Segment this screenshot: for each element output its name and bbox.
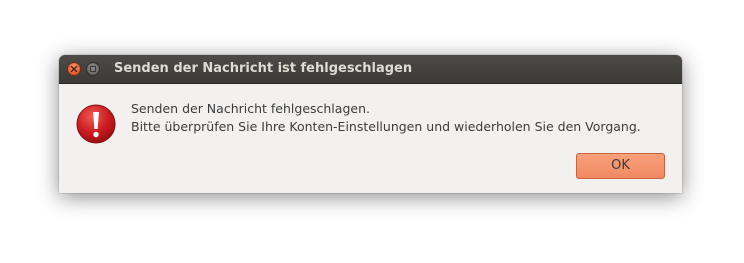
title-bar[interactable]: Senden der Nachricht ist fehlgeschlagen	[59, 55, 682, 84]
ok-button[interactable]: OK	[576, 153, 665, 179]
error-message: Senden der Nachricht fehlgeschlagen. Bit…	[131, 100, 641, 136]
window-title: Senden der Nachricht ist fehlgeschlagen	[114, 61, 413, 76]
message-line-2: Bitte überprüfen Sie Ihre Konten-Einstel…	[131, 119, 641, 134]
error-icon	[76, 104, 116, 144]
close-window-button[interactable]	[67, 62, 81, 76]
close-icon	[70, 65, 78, 73]
message-line-1: Senden der Nachricht fehlgeschlagen.	[131, 101, 370, 116]
minimize-icon	[90, 66, 96, 72]
minimize-window-button[interactable]	[86, 62, 100, 76]
error-dialog: Senden der Nachricht ist fehlgeschlagen …	[59, 55, 682, 193]
